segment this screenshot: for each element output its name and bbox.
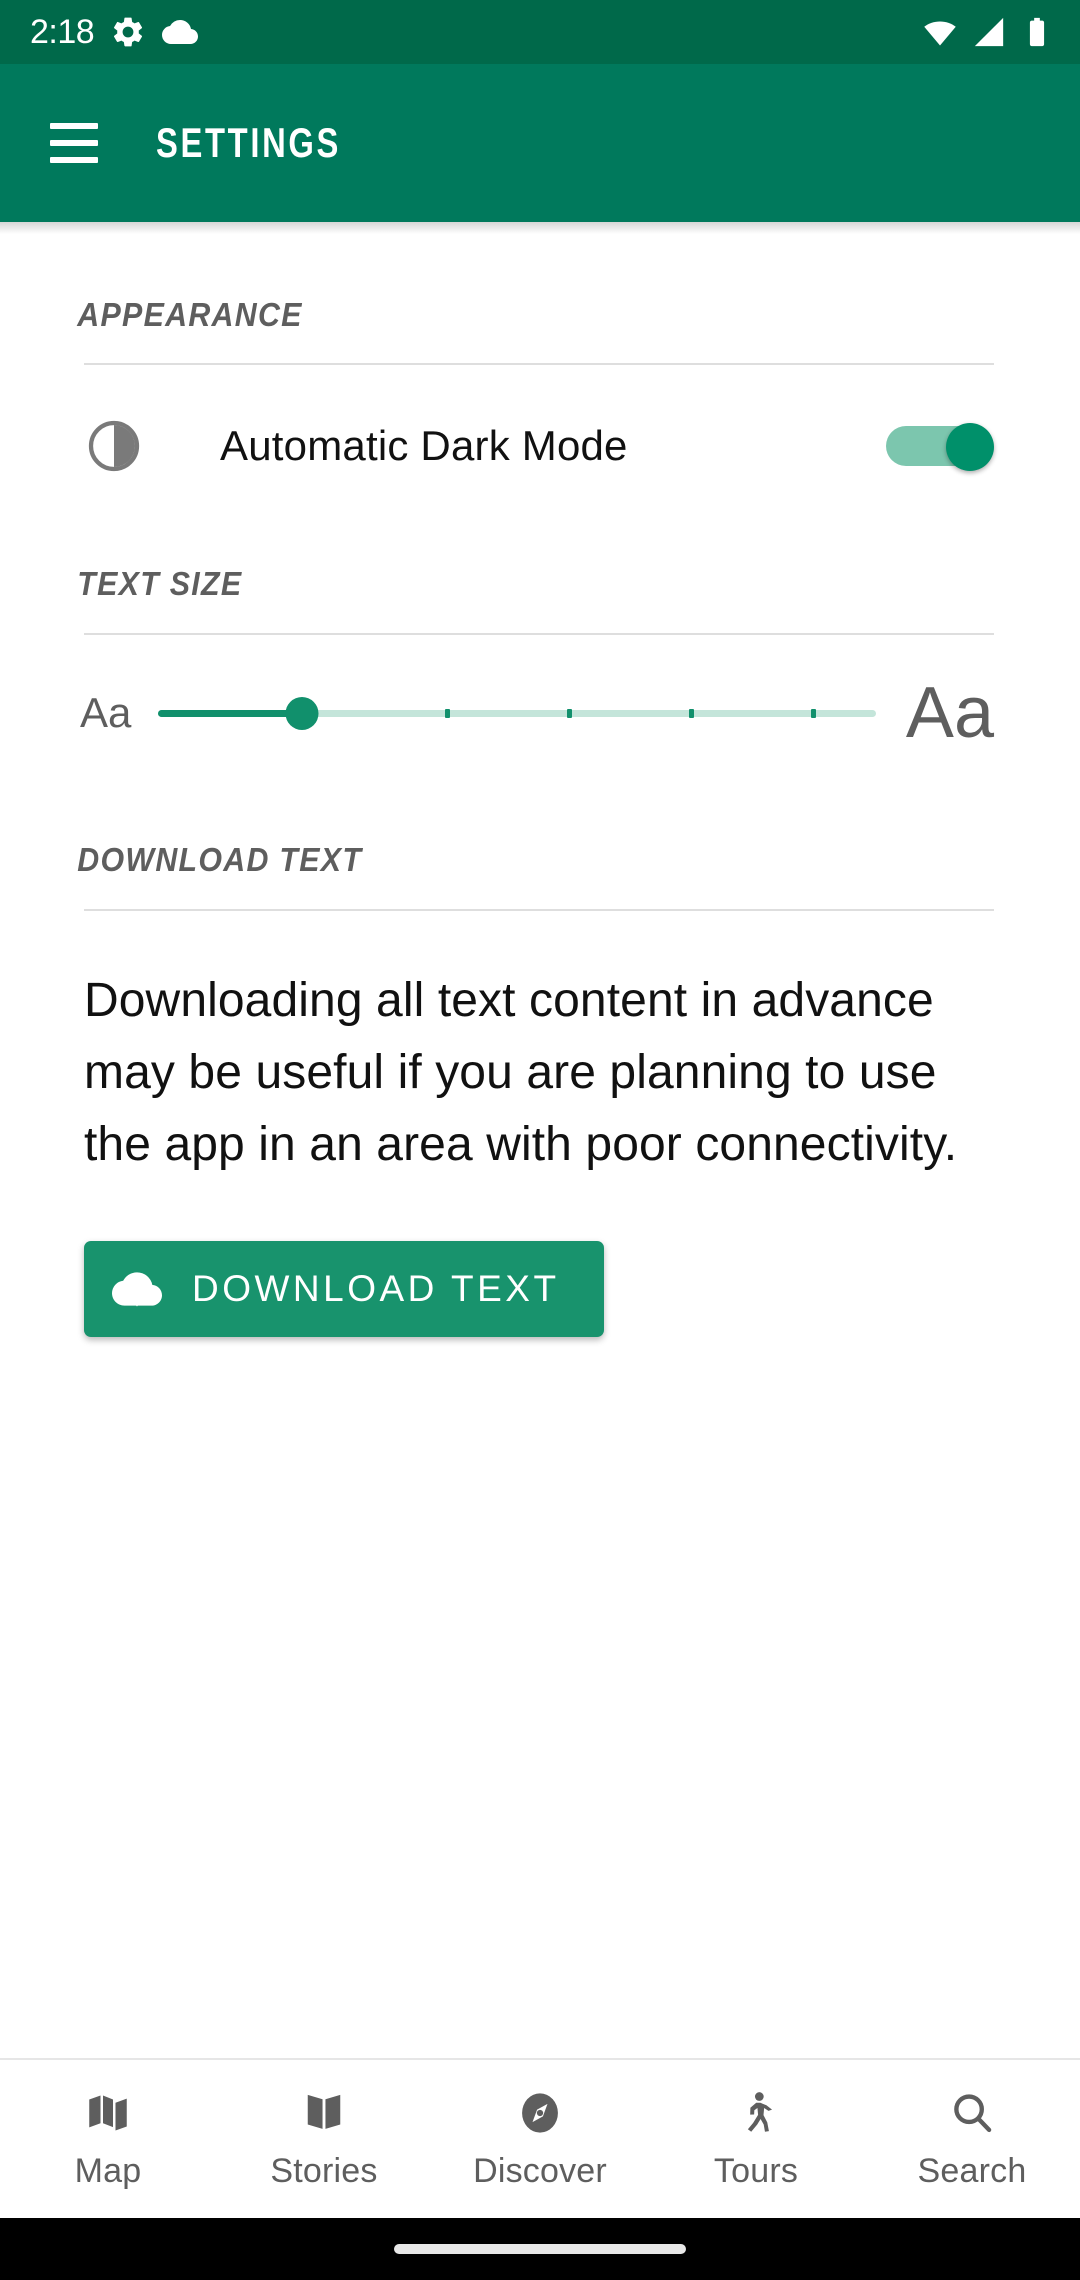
dark-mode-label: Automatic Dark Mode	[220, 422, 628, 469]
nav-item-stories[interactable]: Stories	[216, 2060, 432, 2218]
hamburger-menu-icon[interactable]	[36, 105, 112, 181]
cloud-icon	[162, 14, 199, 50]
section-divider	[84, 363, 994, 365]
dark-mode-toggle[interactable]	[886, 423, 994, 471]
hamburger-bar	[50, 123, 98, 129]
hamburger-bar	[50, 140, 98, 146]
section-divider	[84, 633, 994, 635]
nav-item-label: Stories	[270, 2151, 378, 2190]
nav-item-label: Map	[74, 2151, 142, 2190]
slider-tick	[567, 709, 573, 718]
nav-item-label: Search	[917, 2151, 1027, 2190]
nav-item-discover[interactable]: Discover	[432, 2060, 648, 2218]
row-text-size-slider: Aa Aa	[0, 651, 1080, 775]
slider-rail-active	[158, 710, 302, 717]
slider-tick	[811, 709, 817, 718]
section-download-text: DOWNLOAD TEXT	[0, 775, 1080, 911]
system-gesture-bar	[0, 2218, 1080, 2280]
nav-item-tours[interactable]: Tours	[648, 2060, 864, 2218]
magnifier-icon	[947, 2088, 997, 2138]
status-bar-clock: 2:18	[30, 12, 95, 51]
download-text-button[interactable]: DOWNLOAD TEXT	[84, 1241, 604, 1337]
section-header-text-size: TEXT SIZE	[77, 565, 243, 602]
bottom-navigation-bar: Map Stories Discover Tours Search	[0, 2058, 1080, 2218]
nav-item-search[interactable]: Search	[864, 2060, 1080, 2218]
section-appearance: APPEARANCE	[0, 234, 1080, 365]
app-bar-shadow	[0, 222, 1080, 234]
text-size-small-sample: Aa	[80, 689, 132, 736]
section-header-appearance: APPEARANCE	[77, 296, 303, 333]
settings-content: APPEARANCE Automatic Dark Mode TEXT SIZE…	[0, 234, 1080, 2058]
hamburger-bar	[50, 157, 98, 163]
cloud-download-icon	[112, 1264, 162, 1314]
compass-icon	[515, 2088, 565, 2138]
cellular-signal-icon	[972, 15, 1006, 49]
open-book-icon	[299, 2088, 349, 2138]
gesture-pill[interactable]	[394, 2244, 686, 2254]
row-automatic-dark-mode[interactable]: Automatic Dark Mode	[0, 387, 1080, 505]
text-size-large-sample: Aa	[905, 673, 994, 753]
text-size-slider[interactable]	[158, 689, 876, 737]
slider-tick	[689, 709, 695, 718]
wifi-icon	[922, 14, 958, 50]
page-title: SETTINGS	[156, 119, 342, 166]
section-header-download-text: DOWNLOAD TEXT	[77, 841, 363, 878]
toggle-thumb	[946, 423, 994, 471]
nav-item-label: Discover	[473, 2151, 607, 2190]
walking-person-icon	[731, 2088, 781, 2138]
app-bar: SETTINGS	[0, 64, 1080, 222]
download-text-button-label: DOWNLOAD TEXT	[192, 1268, 560, 1309]
app-screen: 2:18 SETTINGS APPEARANCE Automatic Dark …	[0, 0, 1080, 2280]
map-folded-icon	[83, 2088, 133, 2138]
status-bar-left: 2:18	[30, 12, 199, 52]
battery-full-icon	[1020, 15, 1054, 49]
settings-gear-icon	[110, 14, 146, 50]
nav-item-map[interactable]: Map	[0, 2060, 216, 2218]
contrast-half-circle-icon	[84, 416, 144, 476]
slider-tick	[445, 709, 451, 718]
status-bar-right	[922, 14, 1054, 50]
nav-item-label: Tours	[713, 2151, 799, 2190]
download-text-description: Downloading all text content in advance …	[84, 974, 958, 1171]
slider-thumb[interactable]	[285, 697, 319, 730]
status-bar: 2:18	[0, 0, 1080, 64]
section-text-size: TEXT SIZE	[0, 505, 1080, 635]
